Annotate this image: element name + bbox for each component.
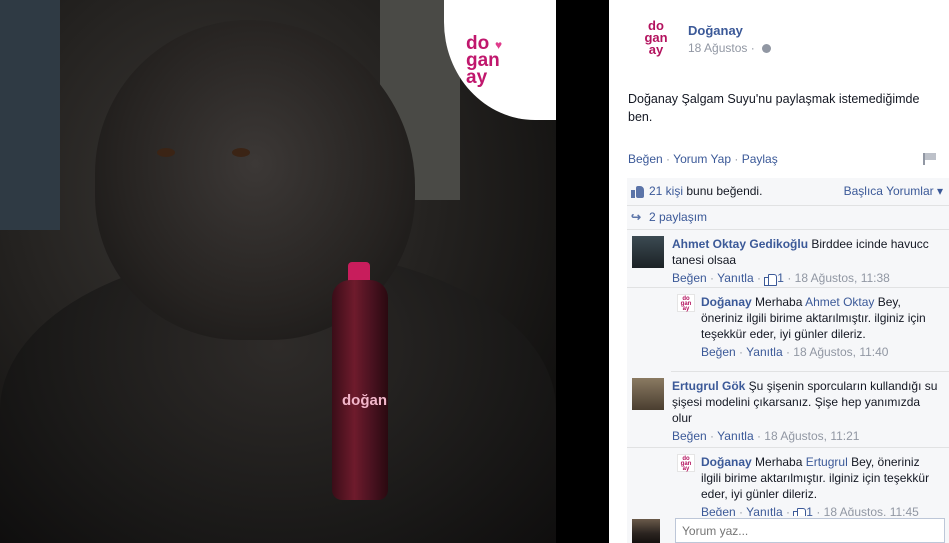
share-button[interactable]: Paylaş bbox=[742, 152, 778, 166]
likes-count-link[interactable]: 21 kişi bbox=[649, 184, 683, 198]
reply-reply-button[interactable]: Yanıtla bbox=[746, 505, 782, 516]
reply-time[interactable]: 18 Ağustos, 11:40 bbox=[793, 345, 888, 359]
share-arrow-icon: ↪ bbox=[631, 210, 642, 224]
comments-section: 21 kişi bunu beğendi. Başlıca Yorumlar ▾… bbox=[627, 178, 949, 543]
comment-like-button[interactable]: Beğen bbox=[672, 429, 707, 443]
comment-item: Ahmet Oktay Gedikoğlu Birddee icinde hav… bbox=[627, 230, 949, 288]
shares-summary: ↪ 2 paylaşım bbox=[627, 206, 949, 230]
reply-time[interactable]: 18 Ağustos, 11:45 bbox=[824, 505, 919, 516]
comment-like-button[interactable]: Beğen bbox=[672, 271, 707, 285]
page-avatar[interactable]: do gan ay bbox=[636, 19, 676, 64]
gorilla-eye-right bbox=[232, 148, 250, 157]
bottle-body bbox=[332, 280, 388, 500]
globe-icon bbox=[762, 44, 772, 54]
reply-like-button[interactable]: Beğen bbox=[701, 345, 736, 359]
comment-item: Ertugrul Gök Şu şişenin sporcuların kull… bbox=[627, 372, 949, 448]
comment-reply-button[interactable]: Yanıtla bbox=[717, 429, 753, 443]
commenter-avatar[interactable] bbox=[632, 378, 664, 410]
bottle-image: doğan bbox=[332, 262, 420, 502]
like-button[interactable]: Beğen bbox=[628, 152, 663, 166]
post-text: Doğanay Şalgam Suyu'nu paylaşmak istemed… bbox=[628, 92, 920, 124]
comment-meta: Beğen · Yanıtla · 18 Ağustos, 11:21 bbox=[672, 429, 860, 443]
reply-reply-button[interactable]: Yanıtla bbox=[746, 345, 782, 359]
reply-meta: Beğen · Yanıtla · 1 · 18 Ağustos, 11:45 bbox=[701, 504, 941, 516]
comment-author-link[interactable]: Ertugrul Gök bbox=[672, 379, 745, 393]
reply-like-button[interactable]: Beğen bbox=[701, 505, 736, 516]
comment-composer bbox=[627, 516, 949, 543]
reply-author-link[interactable]: Doğanay bbox=[701, 295, 752, 309]
logo-bubble bbox=[444, 0, 556, 120]
reply-author-link[interactable]: Doğanay bbox=[701, 455, 752, 469]
comment-button[interactable]: Yorum Yap bbox=[673, 152, 731, 166]
mention-link[interactable]: Ahmet Oktay bbox=[805, 295, 874, 309]
reply-meta: Beğen · Yanıtla · 18 Ağustos, 11:40 bbox=[701, 345, 889, 359]
user-avatar bbox=[632, 519, 660, 543]
like-thumb-icon bbox=[764, 273, 778, 286]
comment-time[interactable]: 18 Ağustos, 11:21 bbox=[764, 429, 859, 443]
reply-like-count[interactable]: 1 bbox=[806, 505, 813, 516]
post-sidebar: do gan ay Doğanay 18 Ağustos · Doğanay Ş… bbox=[609, 0, 949, 543]
reply-item: do gan ay Doğanay Merhaba Ertugrul Bey, ön… bbox=[671, 448, 949, 516]
gorilla-eye-left bbox=[157, 148, 175, 157]
mention-link[interactable]: Ertugrul bbox=[806, 455, 848, 469]
post-photo[interactable]: doğan do gan ay ♥ bbox=[0, 0, 556, 543]
page-name-link[interactable]: Doğanay bbox=[688, 23, 743, 38]
comment-author-link[interactable]: Ahmet Oktay Gedikoğlu bbox=[672, 237, 808, 251]
flag-icon[interactable] bbox=[923, 153, 937, 165]
comment-sort-dropdown[interactable]: Başlıca Yorumlar ▾ bbox=[844, 184, 943, 198]
comment-time[interactable]: 18 Ağustos, 11:38 bbox=[795, 271, 890, 285]
page-reply-avatar[interactable]: do gan ay bbox=[677, 294, 695, 312]
post-actions: Beğen · Yorum Yap · Paylaş bbox=[628, 152, 778, 166]
like-thumb-icon bbox=[793, 507, 807, 516]
logo-heart-icon: ♥ bbox=[495, 38, 503, 52]
comment-input[interactable] bbox=[675, 518, 945, 543]
page-reply-avatar[interactable]: do gan ay bbox=[677, 454, 695, 472]
bottle-label: doğan bbox=[342, 392, 387, 409]
shares-count-link[interactable]: 2 paylaşım bbox=[649, 210, 707, 224]
reply-item: do gan ay Doğanay Merhaba Ahmet Oktay Bey,… bbox=[671, 288, 949, 372]
background-wall bbox=[0, 0, 60, 230]
like-thumb-icon bbox=[631, 185, 644, 198]
comment-reply-button[interactable]: Yanıtla bbox=[717, 271, 753, 285]
commenter-avatar[interactable] bbox=[632, 236, 664, 268]
comment-meta: Beğen · Yanıtla · 1 · 18 Ağustos, 11:38 bbox=[672, 271, 890, 286]
post-date[interactable]: 18 Ağustos · bbox=[688, 41, 772, 55]
likes-summary: 21 kişi bunu beğendi. Başlıca Yorumlar ▾ bbox=[627, 178, 949, 206]
comment-like-count[interactable]: 1 bbox=[777, 271, 784, 285]
